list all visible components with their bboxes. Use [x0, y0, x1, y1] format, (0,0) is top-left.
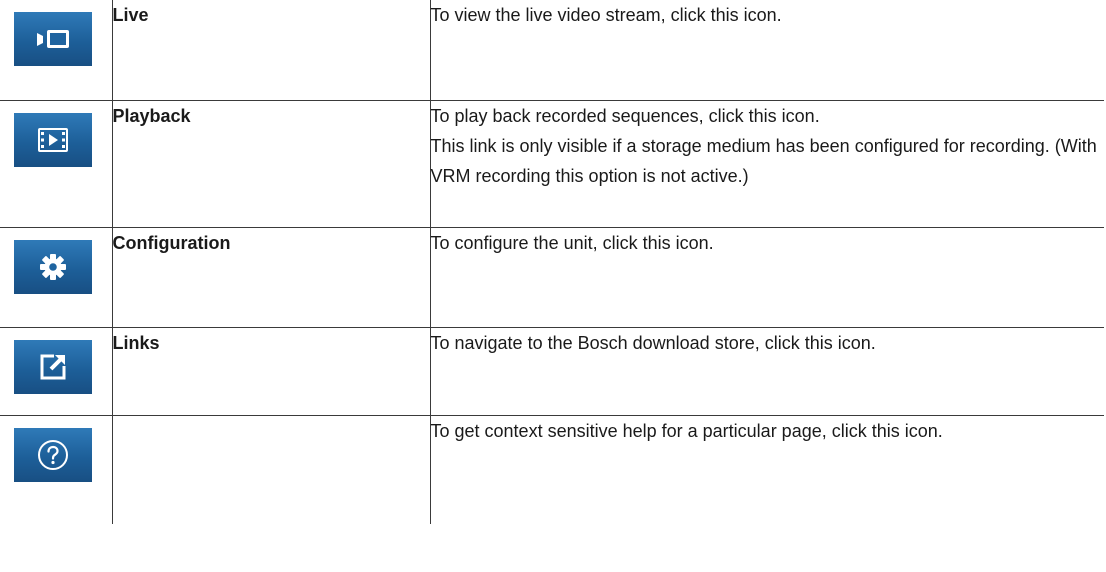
icon-cell [0, 100, 113, 228]
row-name: Configuration [111, 227, 431, 328]
help-question-icon [14, 428, 92, 482]
row-name: Live [111, 0, 431, 101]
row-description: To view the live video stream, click thi… [429, 0, 1104, 101]
row-name: Links [111, 327, 431, 416]
table-row: Playback To play back recorded sequences… [0, 100, 1104, 228]
icon-cell [0, 227, 113, 328]
row-name: Playback [111, 100, 431, 228]
row-description: To play back recorded sequences, click t… [429, 100, 1104, 228]
table-row: To get context sensitive help for a part… [0, 415, 1104, 524]
description-text: To play back recorded sequences, click t… [430, 106, 820, 126]
table-row: Live To view the live video stream, clic… [0, 0, 1104, 101]
external-link-icon [14, 340, 92, 394]
description-text: To configure the unit, click this icon. [430, 233, 714, 253]
icon-cell [0, 415, 113, 524]
description-text: This link is only visible if a storage m… [430, 136, 1097, 186]
table-row: Links To navigate to the Bosch download … [0, 327, 1104, 416]
icon-cell [0, 327, 113, 416]
description-text: To get context sensitive help for a part… [430, 421, 943, 441]
row-description: To get context sensitive help for a part… [429, 415, 1104, 524]
icon-reference-table: Live To view the live video stream, clic… [0, 0, 1104, 524]
table-row: Configuration To configure the unit, cli… [0, 227, 1104, 328]
live-camera-icon [14, 12, 92, 66]
gear-icon [14, 240, 92, 294]
description-text: To navigate to the Bosch download store,… [430, 333, 876, 353]
playback-film-icon [14, 113, 92, 167]
description-text: To view the live video stream, click thi… [430, 5, 782, 25]
icon-cell [0, 0, 113, 101]
row-description: To configure the unit, click this icon. [429, 227, 1104, 328]
row-description: To navigate to the Bosch download store,… [429, 327, 1104, 416]
row-name [111, 415, 431, 524]
